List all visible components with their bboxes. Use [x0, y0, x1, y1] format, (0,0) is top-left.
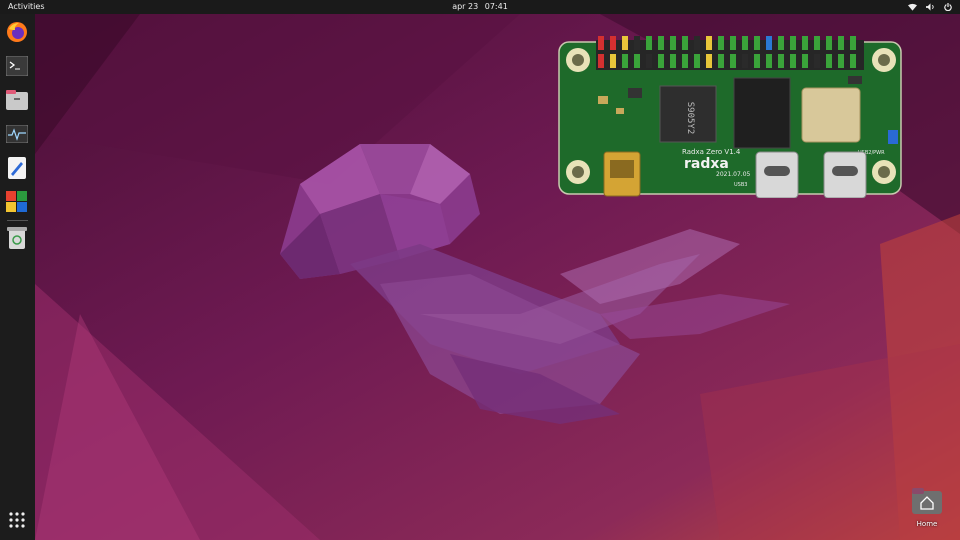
usb3-label: USB3: [734, 182, 747, 188]
power-icon: [944, 3, 952, 11]
firefox-icon[interactable]: [5, 20, 29, 44]
wifi-icon: [908, 3, 917, 11]
dock: [0, 14, 35, 540]
model-label: Radxa Zero V1.4: [682, 148, 741, 156]
brand-label: radxa: [684, 156, 729, 172]
top-bar: Activities apr 23 07:41: [0, 0, 960, 14]
terminal-icon[interactable]: [5, 54, 29, 78]
software-icon[interactable]: [5, 190, 29, 214]
radxa-zero-board-image: S905Y2 Radxa Zero V1.4 radxa 2021.07.05 …: [558, 36, 902, 198]
gpio-header: [596, 36, 864, 70]
home-folder-shortcut[interactable]: Home: [905, 488, 949, 528]
system-monitor-icon[interactable]: [5, 122, 29, 146]
clock[interactable]: apr 23 07:41: [0, 0, 960, 14]
chip-label: S905Y2: [685, 102, 695, 135]
home-folder-icon: [912, 488, 942, 514]
dock-separator: [7, 220, 28, 221]
show-applications-icon[interactable]: [5, 508, 29, 532]
speaker-icon: [926, 3, 935, 11]
files-icon[interactable]: [5, 88, 29, 112]
home-label: Home: [916, 520, 938, 528]
text-editor-icon[interactable]: [5, 156, 29, 180]
system-tray[interactable]: [908, 0, 952, 14]
date-label: 2021.07.05: [716, 171, 751, 178]
trash-icon[interactable]: [5, 226, 29, 250]
time-label: 07:41: [484, 2, 508, 11]
date-label: apr 23: [452, 2, 479, 11]
